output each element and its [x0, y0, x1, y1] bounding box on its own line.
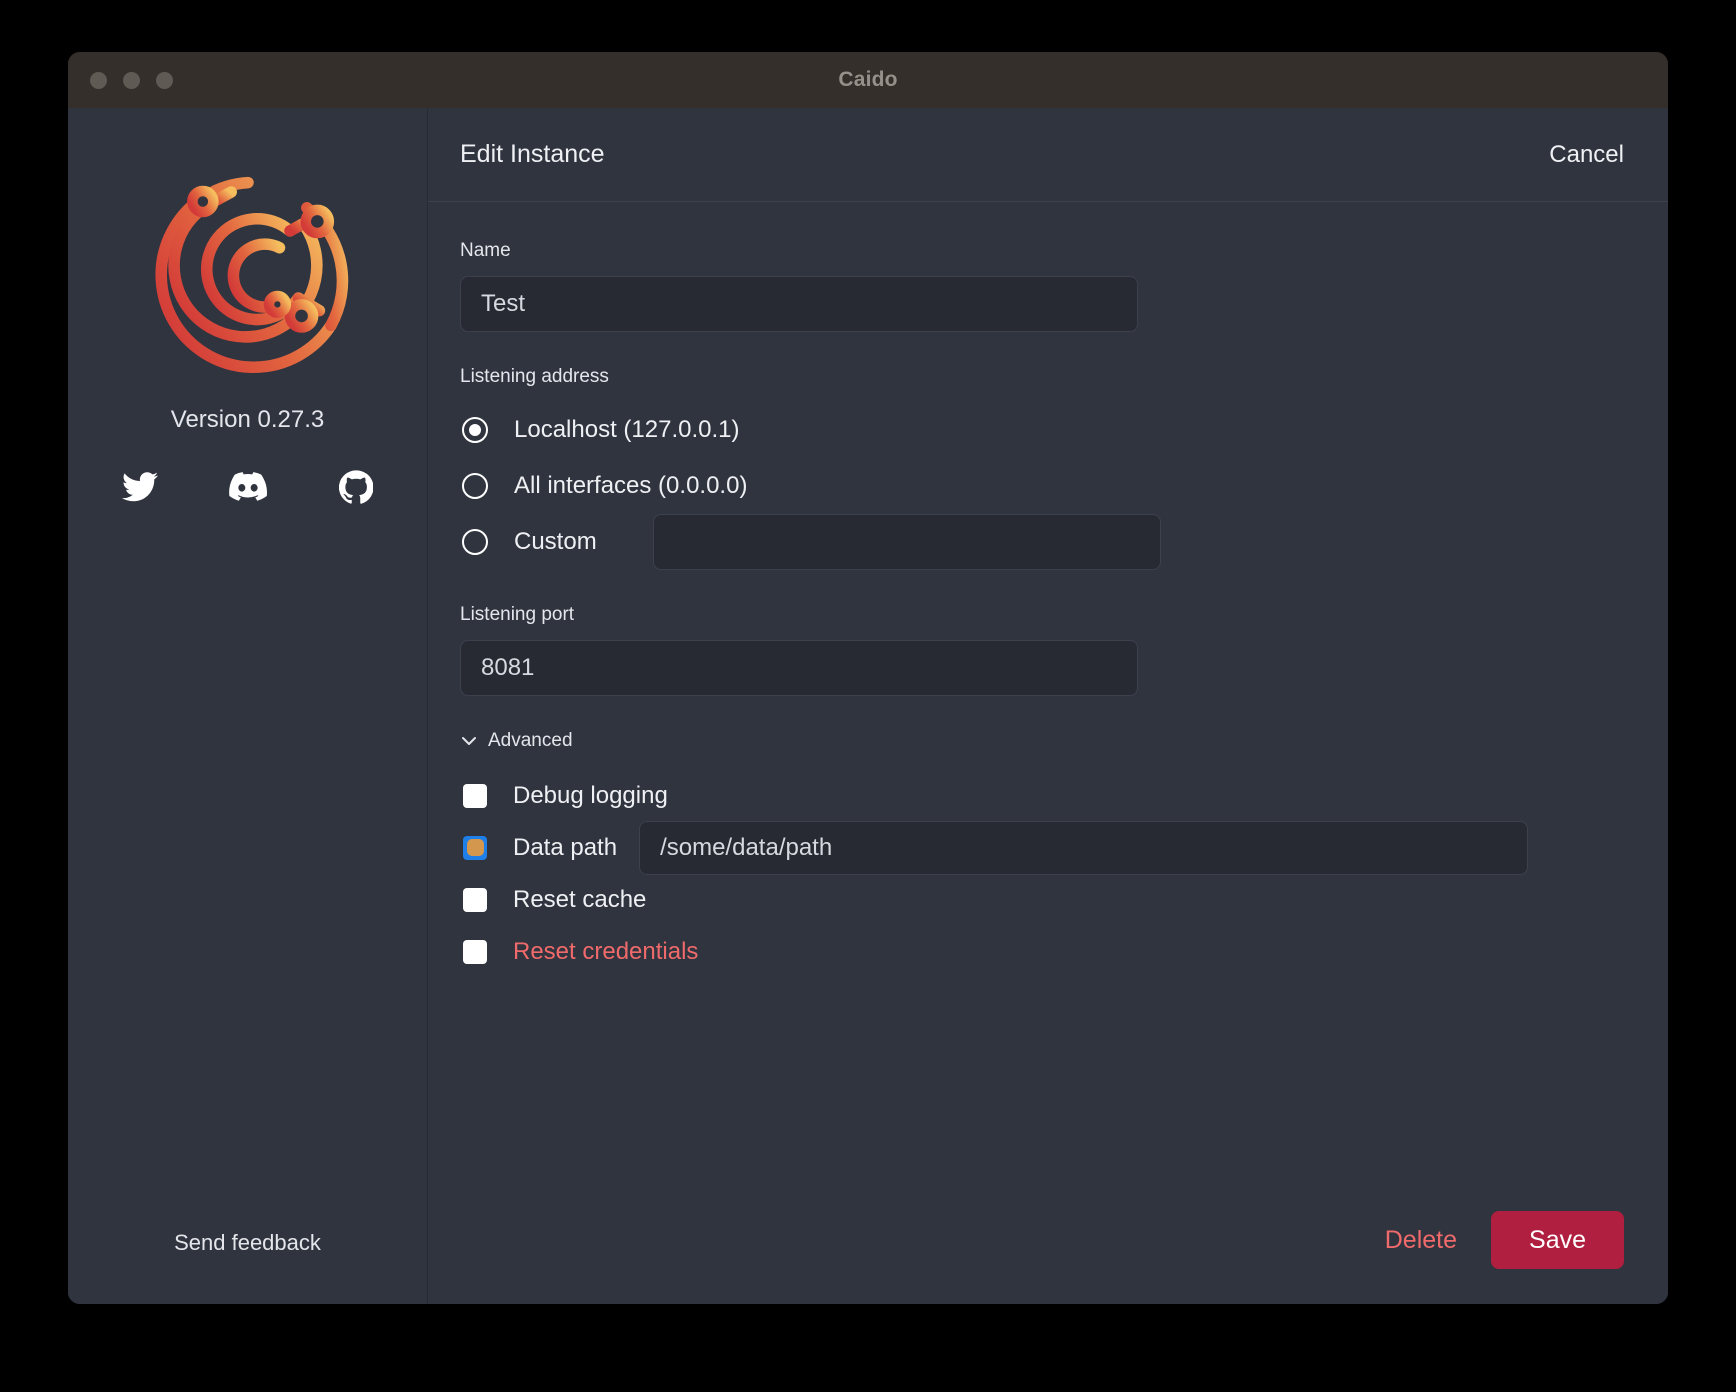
listening-port-input[interactable]: 8081	[460, 640, 1138, 696]
social-links	[121, 468, 375, 506]
cancel-button[interactable]: Cancel	[1549, 141, 1624, 169]
radio-all-interfaces-label[interactable]: All interfaces (0.0.0.0)	[514, 472, 747, 500]
traffic-light-group	[90, 52, 173, 108]
save-button[interactable]: Save	[1491, 1211, 1624, 1269]
sidebar: Version 0.27.3 Send feedback	[68, 108, 428, 1304]
listening-port-group: Listening port 8081	[460, 604, 1636, 696]
radio-custom-input[interactable]	[462, 529, 488, 555]
main-footer: Delete Save	[428, 1176, 1668, 1304]
twitter-icon[interactable]	[121, 468, 159, 506]
radio-option-custom[interactable]: Custom	[460, 514, 1636, 570]
window-body: Version 0.27.3 Send feedback Edit Instan…	[68, 108, 1668, 1304]
send-feedback-link[interactable]: Send feedback	[68, 1230, 427, 1256]
discord-icon[interactable]	[228, 468, 267, 506]
name-input[interactable]: Test	[460, 276, 1138, 332]
caido-logo-icon	[143, 170, 353, 380]
debug-logging-checkbox[interactable]	[463, 784, 487, 808]
form-content: Name Test Listening address Localhost (1…	[428, 202, 1668, 1176]
radio-localhost-input[interactable]	[462, 417, 488, 443]
radio-custom-label[interactable]: Custom	[514, 528, 597, 556]
desktop-background: Caido Version 0.27.3 Send feedback Edit …	[0, 0, 1736, 1392]
page-title: Edit Instance	[460, 140, 605, 168]
name-label: Name	[460, 240, 511, 261]
main-panel: Edit Instance Cancel Name Test Listening…	[428, 108, 1668, 1304]
checkbox-row-debug-logging[interactable]: Debug logging	[460, 770, 1636, 822]
caido-window: Caido Version 0.27.3 Send feedback Edit …	[68, 52, 1668, 1304]
radio-all-interfaces-input[interactable]	[462, 473, 488, 499]
window-title: Caido	[838, 68, 898, 91]
main-header: Edit Instance Cancel	[428, 108, 1668, 202]
reset-cache-checkbox[interactable]	[463, 888, 487, 912]
radio-localhost-label[interactable]: Localhost (127.0.0.1)	[514, 416, 739, 444]
minimize-window-button[interactable]	[123, 71, 140, 89]
checkbox-row-data-path[interactable]: Data path /some/data/path	[460, 821, 1636, 875]
custom-address-input[interactable]	[652, 514, 1161, 570]
advanced-toggle[interactable]: Advanced	[460, 730, 573, 752]
version-label: Version 0.27.3	[170, 406, 325, 433]
debug-logging-label[interactable]: Debug logging	[513, 782, 668, 810]
window-titlebar: Caido	[68, 52, 1668, 108]
data-path-input[interactable]: /some/data/path	[639, 821, 1528, 875]
advanced-label: Advanced	[488, 730, 573, 751]
close-window-button[interactable]	[90, 71, 107, 89]
listening-port-label: Listening port	[460, 604, 575, 625]
reset-cache-label[interactable]: Reset cache	[513, 886, 646, 914]
radio-option-all-interfaces[interactable]: All interfaces (0.0.0.0)	[460, 458, 1636, 514]
reset-credentials-label[interactable]: Reset credentials	[513, 938, 698, 966]
data-path-label[interactable]: Data path	[513, 834, 617, 862]
maximize-window-button[interactable]	[156, 71, 173, 89]
advanced-section: Advanced Debug logging Data path /some/d…	[460, 730, 1636, 978]
delete-button[interactable]: Delete	[1385, 1226, 1457, 1255]
github-icon[interactable]	[337, 468, 375, 506]
data-path-checkbox[interactable]	[463, 836, 487, 860]
checkbox-row-reset-cache[interactable]: Reset cache	[460, 874, 1636, 926]
radio-option-localhost[interactable]: Localhost (127.0.0.1)	[460, 402, 1636, 458]
listening-address-group: Listening address Localhost (127.0.0.1) …	[460, 366, 1636, 570]
chevron-down-icon	[460, 732, 478, 750]
name-field-group: Name Test	[460, 240, 1636, 332]
checkbox-row-reset-credentials[interactable]: Reset credentials	[460, 926, 1636, 978]
listening-address-label: Listening address	[460, 366, 609, 387]
reset-credentials-checkbox[interactable]	[463, 940, 487, 964]
